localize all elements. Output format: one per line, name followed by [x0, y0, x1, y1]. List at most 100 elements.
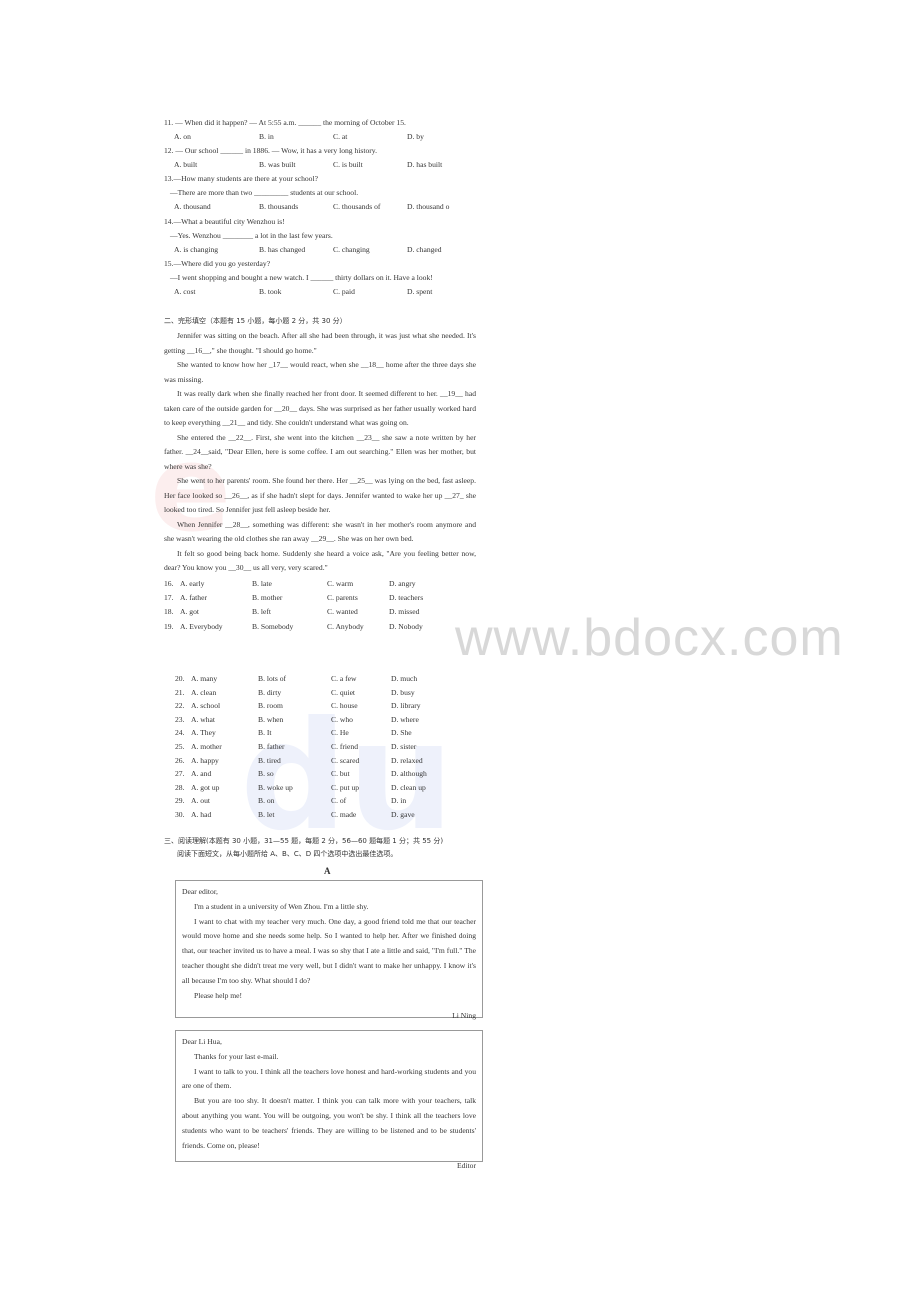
paragraph: I want to talk to you. I think all the t… [182, 1066, 476, 1091]
question-number: 24. [175, 728, 185, 738]
answer-option: C. paid [333, 286, 355, 296]
question-stem: —I went shopping and bought a new watch.… [170, 272, 433, 282]
answer-option: B. tired [258, 755, 281, 765]
answer-option: D. where [391, 714, 419, 724]
question-number: 26. [175, 755, 185, 765]
answer-option: C. a few [331, 674, 357, 683]
answer-option: D. library [391, 701, 421, 711]
paragraph: Please help me! [194, 990, 243, 1000]
letter-greeting: Dear editor, [182, 887, 218, 896]
cloze-passage: Jennifer was sitting on the beach. After… [164, 329, 476, 576]
answer-option: C. Anybody [327, 621, 364, 631]
answer-option: D. in [391, 796, 407, 806]
question-stem: 13.—How many students are there at your … [164, 174, 318, 184]
answer-option: A. mother [191, 742, 222, 751]
question-number: 23. [175, 714, 185, 724]
answer-option: C. He [331, 728, 349, 738]
answer-option: B. when [258, 714, 284, 724]
answer-option: A. built [174, 160, 198, 170]
answer-option: D. much [391, 674, 418, 683]
answer-option: A. got up [191, 782, 220, 792]
answer-option: D. teachers [389, 593, 424, 603]
answer-option: B. Somebody [252, 621, 294, 631]
question-number: 29. [175, 796, 185, 806]
answer-option: B. lots of [258, 674, 287, 683]
letter-signature: Li Ning [452, 1011, 476, 1021]
answer-option: D. by [407, 132, 424, 141]
letter-signature: Editor [457, 1161, 476, 1171]
answer-option: A. They [191, 728, 216, 738]
answer-option: D. changed [407, 244, 442, 254]
paragraph: She went to her parents' room. She found… [164, 476, 476, 514]
answer-option: D. She [391, 728, 412, 738]
editor-reply: Dear Li Hua, Thanks for your last e-mail.… [175, 1030, 483, 1170]
answer-option: B. It [258, 728, 272, 738]
answer-option: A. is changing [174, 244, 219, 254]
answer-option: A. on [174, 132, 191, 141]
answer-option: B. father [258, 742, 285, 751]
question-stem: —There are more than two _________ stude… [170, 188, 359, 198]
question-number: 25. [175, 742, 185, 751]
passage-label: A [324, 866, 331, 876]
question-number: 17. [164, 593, 174, 603]
answer-option: A. got [180, 607, 199, 617]
answer-option: D. busy [391, 687, 415, 697]
answer-option: C. is built [333, 160, 363, 170]
answer-option: A. early [180, 579, 205, 588]
question-number: 21. [175, 687, 185, 697]
answer-option: B. woke up [258, 782, 293, 792]
answer-option: C. friend [331, 742, 358, 751]
question-number: 22. [175, 701, 185, 711]
answer-option: D. Nobody [389, 621, 423, 631]
answer-option: D. missed [389, 607, 420, 617]
answer-option: A. cost [174, 286, 196, 296]
paragraph: I'm a student in a university of Wen Zho… [194, 901, 369, 911]
answer-option: C. wanted [327, 607, 358, 617]
reading-instruction: 阅读下面短文，从每小题所给 A、B、C、D 四个选项中选出最佳选项。 [177, 850, 398, 858]
answer-option: B. took [259, 286, 282, 296]
answer-option: B. left [252, 607, 271, 617]
answer-option: C. of [331, 796, 347, 806]
watermark: www.bdocx.com [455, 609, 844, 667]
answer-option: D. although [391, 769, 427, 779]
paragraph: She entered the __22__. First, she went … [164, 432, 476, 471]
answer-option: A. and [191, 769, 212, 779]
letter-to-editor: Dear editor, I'm a student in a universit… [175, 880, 483, 1020]
answer-option: B. mother [252, 593, 283, 603]
question-stem: 12. — Our school ______ in 1886. — Wow, … [164, 146, 377, 156]
answer-option: B. on [258, 796, 275, 806]
answer-option: A. father [180, 593, 207, 603]
answer-option: A. had [191, 810, 212, 819]
answer-option: B. was built [259, 160, 296, 170]
paragraph: It was really dark when she finally reac… [164, 389, 476, 427]
answer-option: A. happy [191, 755, 219, 765]
answer-option: C. scared [331, 755, 360, 765]
answer-option: C. warm [327, 579, 354, 588]
answer-option: B. has changed [259, 244, 306, 254]
paragraph: Thanks for your last e-mail. [194, 1051, 279, 1061]
answer-option: D. angry [389, 579, 416, 588]
answer-option: C. made [331, 810, 357, 819]
answer-option: D. spent [407, 286, 433, 296]
question-number: 27. [175, 769, 185, 779]
answer-option: D. thousand o [407, 202, 450, 212]
paragraph: She wanted to know how her _17__ would r… [164, 360, 476, 384]
paragraph: When Jennifer __28__, something was diff… [164, 519, 476, 544]
paragraph: Jennifer was sitting on the beach. After… [164, 331, 476, 355]
question-number: 16. [164, 579, 174, 588]
question-number: 28. [175, 782, 185, 792]
answer-option: C. changing [333, 244, 370, 254]
answer-option: A. thousand [174, 202, 211, 212]
question-stem: 11. — When did it happen? — At 5:55 a.m.… [164, 118, 406, 127]
paragraph: It felt so good being back home. Suddenl… [164, 548, 476, 573]
answer-option: B. so [258, 769, 274, 779]
answer-option: B. room [258, 701, 283, 711]
answer-option: A. Everybody [180, 621, 223, 631]
question-stem: 14.—What a beautiful city Wenzhou is! [164, 216, 285, 226]
question-number: 19. [164, 621, 174, 631]
answer-option: B. dirty [258, 687, 282, 697]
answer-option: C. house [331, 701, 358, 711]
question-number: 18. [164, 607, 174, 617]
paragraph: I want to chat with my teacher very much… [182, 916, 476, 985]
question-number: 30. [175, 810, 185, 819]
